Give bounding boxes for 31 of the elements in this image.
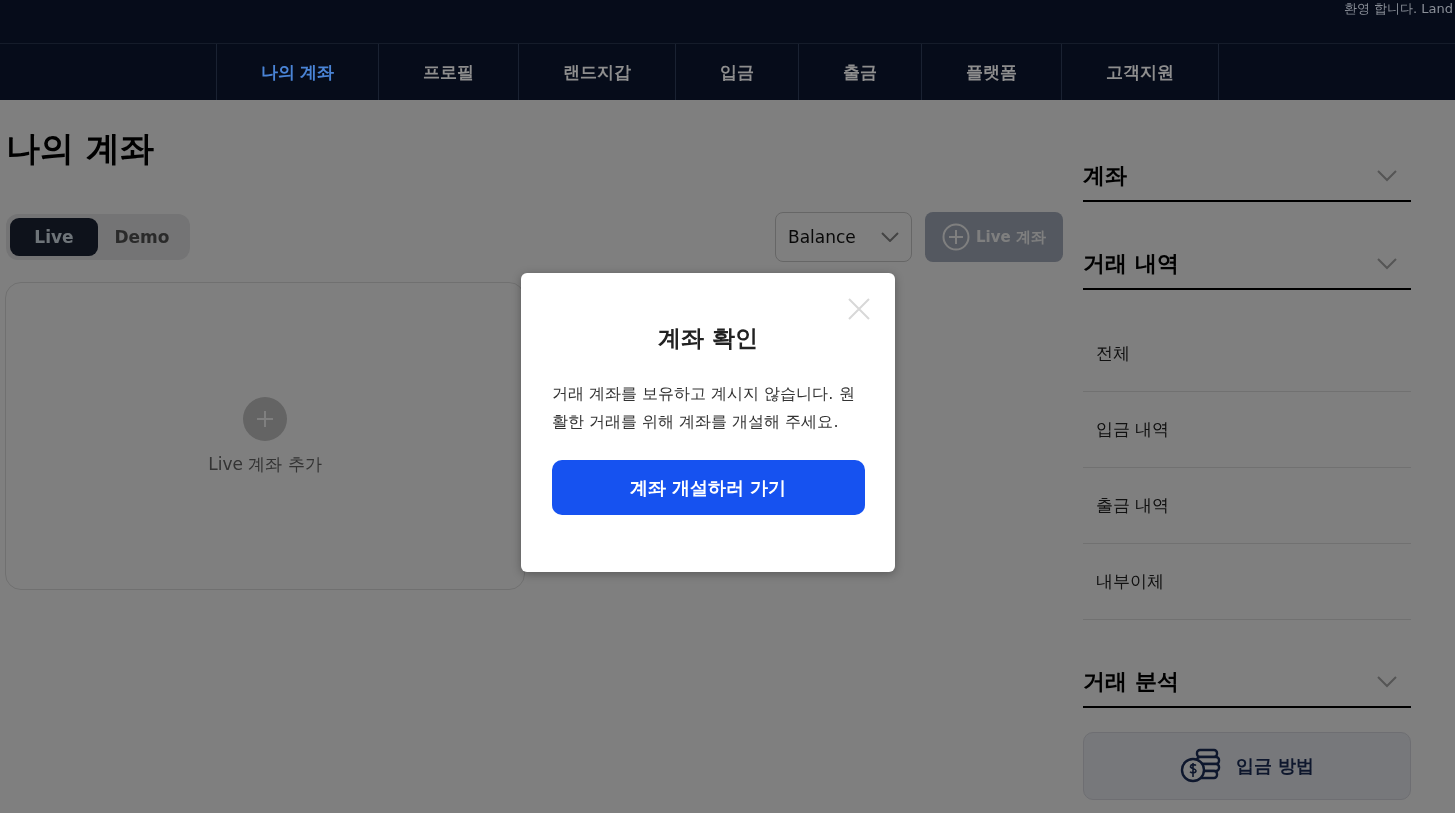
add-account-label: Live 계좌 추가	[208, 452, 322, 476]
sidebar-item[interactable]: 내부이체	[1083, 544, 1411, 620]
sidebar-section-header[interactable]: 거래 분석	[1083, 646, 1411, 708]
chevron-down-icon	[1377, 170, 1397, 182]
close-icon[interactable]	[847, 297, 871, 321]
chevron-down-icon	[881, 232, 899, 242]
dialog-message: 거래 계좌를 보유하고 계시지 않습니다. 원활한 거래를 위해 계좌를 개설해 주세요.	[552, 383, 856, 433]
nav-tab[interactable]: 플랫폼	[921, 44, 1062, 100]
nav-tab[interactable]: 나의 계좌	[215, 44, 379, 100]
sidebar-section-header[interactable]: 계좌	[1083, 140, 1411, 202]
deposit-guide-button[interactable]: 입금 방법	[1083, 732, 1411, 800]
sidebar-item[interactable]: 전체	[1083, 316, 1411, 392]
sidebar-item[interactable]: 출금 내역	[1083, 468, 1411, 544]
page-title: 나의 계좌	[6, 127, 155, 170]
welcome-text: 환영 합니다. Land	[1343, 0, 1453, 18]
plus-circle-icon	[243, 396, 287, 441]
sort-dropdown[interactable]: Balance	[775, 212, 912, 262]
nav-tab[interactable]: 프로필	[378, 44, 519, 100]
nav-tab[interactable]: 입금	[675, 44, 799, 100]
chevron-down-icon	[1377, 258, 1397, 270]
account-type-tab[interactable]: Live	[10, 218, 98, 256]
sidebar-item[interactable]: 입금 내역	[1083, 392, 1411, 468]
account-type-tab[interactable]: Demo	[98, 218, 186, 256]
chevron-down-icon	[1377, 676, 1397, 688]
nav-tab[interactable]: 출금	[798, 44, 922, 100]
open-account-button[interactable]: 계좌 개설하러 가기	[551, 460, 865, 515]
dialog-title: 계좌 확인	[658, 324, 758, 353]
nav-tab[interactable]: 랜드지갑	[518, 44, 676, 100]
nav-tab[interactable]: 고객지원	[1061, 44, 1220, 100]
plus-circle-icon	[942, 223, 971, 251]
sidebar-section-header[interactable]: 거래 내역	[1083, 228, 1411, 290]
